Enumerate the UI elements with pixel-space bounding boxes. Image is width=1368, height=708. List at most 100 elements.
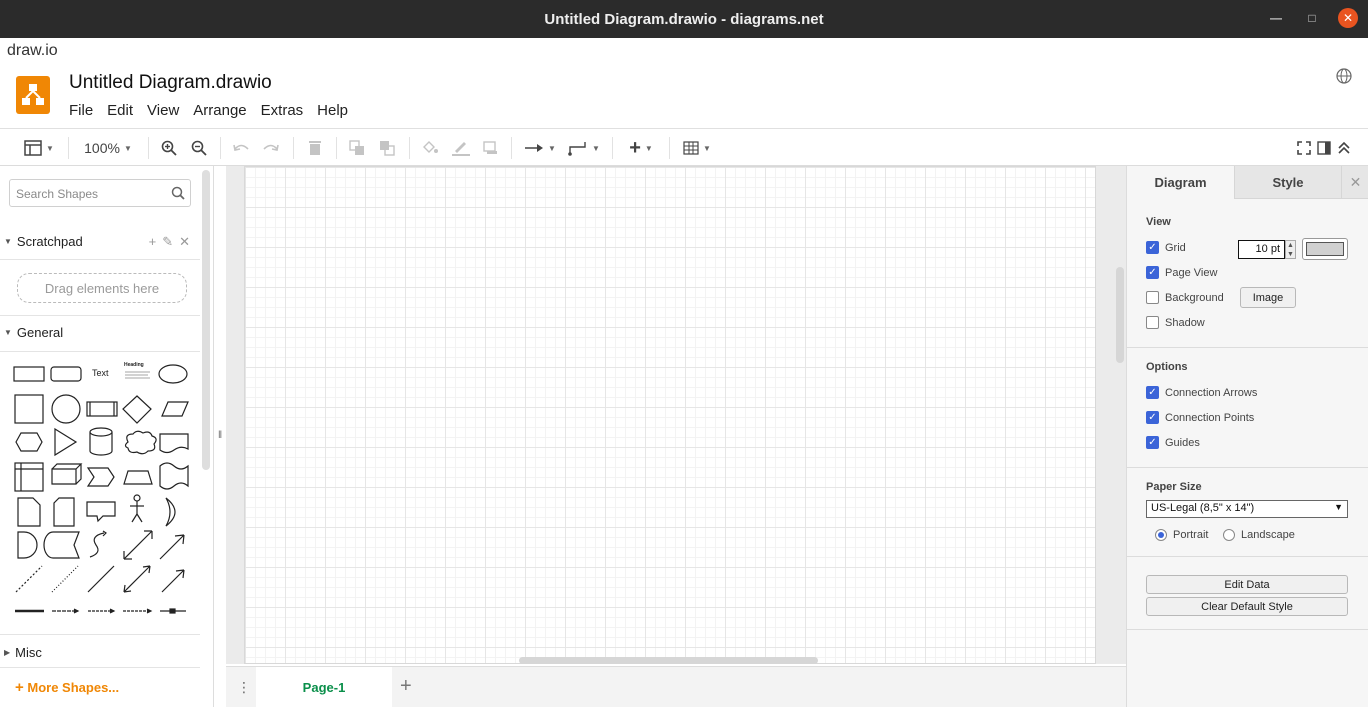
connection-style-button[interactable]: ▼ <box>523 138 557 158</box>
undo-icon[interactable] <box>232 138 250 158</box>
plus-icon[interactable]: + <box>149 234 157 250</box>
toolbar: ▼ 100% ▼ ▼ ▼ + ▼ ▼ <box>0 128 1368 166</box>
shapes-grid <box>13 364 189 614</box>
landscape-row[interactable]: Landscape <box>1223 529 1295 541</box>
landscape-radio[interactable] <box>1223 529 1235 541</box>
general-header[interactable]: ▼ General <box>0 321 200 343</box>
pages-menu-icon[interactable]: ⋮ <box>237 679 251 696</box>
shadow-icon[interactable] <box>482 138 500 158</box>
sidebar-scrollbar[interactable] <box>202 170 210 470</box>
triangle-down-icon: ▼ <box>4 327 12 337</box>
toolbar-divider <box>612 137 613 159</box>
background-checkbox[interactable] <box>1146 291 1159 304</box>
scratchpad-header[interactable]: ▼ Scratchpad + ✎ ✕ <box>0 230 200 252</box>
tab-diagram[interactable]: Diagram <box>1127 166 1234 199</box>
scratchpad-actions: + ✎ ✕ <box>149 234 190 250</box>
portrait-radio[interactable] <box>1155 529 1167 541</box>
redo-icon[interactable] <box>262 138 280 158</box>
edit-pencil-icon[interactable]: ✎ <box>162 234 173 250</box>
panel-toggle-button[interactable]: ▼ <box>20 138 58 158</box>
format-panel-icon[interactable] <box>1316 138 1332 158</box>
guides-checkbox[interactable]: ✓ <box>1146 436 1159 449</box>
more-shapes-button[interactable]: + More Shapes... <box>15 679 119 696</box>
grid-size-stepper[interactable]: ▲ ▼ <box>1285 240 1296 259</box>
diagram-canvas[interactable] <box>226 166 1126 664</box>
toolbar-divider <box>220 137 221 159</box>
fill-color-icon[interactable] <box>421 138 439 158</box>
close-panel-button[interactable]: ✕ <box>1341 166 1368 199</box>
close-icon[interactable]: ✕ <box>179 234 190 250</box>
splitter-handle-icon[interactable]: ‖ <box>218 430 222 441</box>
table-button[interactable]: ▼ <box>680 138 714 158</box>
shape-text[interactable]: Text <box>92 368 109 378</box>
divider <box>0 634 200 635</box>
app-header: Untitled Diagram.drawio File Edit View A… <box>0 62 1368 128</box>
menu-file[interactable]: File <box>69 102 93 119</box>
toolbar-divider <box>511 137 512 159</box>
zoom-dropdown[interactable]: 100% ▼ <box>80 138 136 158</box>
divider <box>1127 556 1368 557</box>
arrow-right-icon <box>525 144 544 152</box>
canvas-vertical-scrollbar[interactable] <box>1116 267 1124 363</box>
minimize-icon[interactable]: — <box>1266 8 1286 28</box>
menu-extras[interactable]: Extras <box>261 102 304 119</box>
menu-arrange[interactable]: Arrange <box>193 102 246 119</box>
shape-heading[interactable]: Heading <box>124 362 144 368</box>
menu-view[interactable]: View <box>147 102 179 119</box>
portrait-row[interactable]: Portrait <box>1155 529 1208 541</box>
connection-arrows-row[interactable]: ✓ Connection Arrows <box>1146 386 1257 399</box>
grid-size-input[interactable]: 10 pt <box>1238 240 1285 259</box>
window-titlebar: Untitled Diagram.drawio - diagrams.net —… <box>0 0 1368 38</box>
triangle-down-icon: ▼ <box>4 236 12 246</box>
zoom-in-icon[interactable] <box>160 138 178 158</box>
connection-points-checkbox[interactable]: ✓ <box>1146 411 1159 424</box>
paper-size-select[interactable]: US-Legal (8,5" x 14") ▼ <box>1146 500 1348 518</box>
canvas-horizontal-scrollbar[interactable] <box>519 657 818 664</box>
scratchpad-dropzone[interactable]: Drag elements here <box>17 273 187 303</box>
triangle-right-icon: ▶ <box>4 647 11 657</box>
insert-button[interactable]: + ▼ <box>624 137 658 159</box>
grid-color-button[interactable] <box>1302 238 1348 260</box>
page-tab-page-1[interactable]: Page-1 <box>256 667 392 708</box>
waypoints-button[interactable]: ▼ <box>567 138 601 158</box>
search-shapes-input[interactable]: Search Shapes <box>9 179 191 207</box>
tab-style[interactable]: Style <box>1234 166 1341 199</box>
document-title[interactable]: Untitled Diagram.drawio <box>69 72 272 94</box>
search-icon[interactable] <box>171 186 185 203</box>
edit-data-button[interactable]: Edit Data <box>1146 575 1348 594</box>
image-button[interactable]: Image <box>1240 287 1296 308</box>
to-back-icon[interactable] <box>378 138 396 158</box>
grid-checkbox[interactable]: ✓ <box>1146 241 1159 254</box>
connection-points-row[interactable]: ✓ Connection Points <box>1146 411 1254 424</box>
line-color-icon[interactable] <box>451 138 471 158</box>
background-row[interactable]: Background <box>1146 291 1224 304</box>
guides-label: Guides <box>1165 436 1200 449</box>
guides-row[interactable]: ✓ Guides <box>1146 436 1200 449</box>
grid-checkbox-row[interactable]: ✓ Grid <box>1146 241 1186 254</box>
page-view-row[interactable]: ✓ Page View <box>1146 266 1217 279</box>
zoom-out-icon[interactable] <box>190 138 208 158</box>
add-page-icon[interactable]: + <box>400 675 412 698</box>
paper-size-section-title: Paper Size <box>1146 481 1202 493</box>
shadow-checkbox[interactable] <box>1146 316 1159 329</box>
app-name: draw.io <box>7 42 58 59</box>
to-front-icon[interactable] <box>348 138 366 158</box>
fullscreen-icon[interactable] <box>1296 138 1312 158</box>
maximize-icon[interactable]: □ <box>1302 8 1322 28</box>
connection-arrows-checkbox[interactable]: ✓ <box>1146 386 1159 399</box>
options-section-title: Options <box>1146 361 1188 373</box>
collapse-chevron-up-icon[interactable] <box>1336 138 1352 158</box>
canvas-page-grid[interactable] <box>244 166 1096 664</box>
chevron-down-icon: ▼ <box>592 143 600 153</box>
clear-default-style-button[interactable]: Clear Default Style <box>1146 597 1348 616</box>
menu-edit[interactable]: Edit <box>107 102 133 119</box>
language-globe-icon[interactable] <box>1336 68 1352 89</box>
shapes-sidebar: Search Shapes ▼ Scratchpad + ✎ ✕ Drag el… <box>0 166 214 707</box>
shadow-row[interactable]: Shadow <box>1146 316 1205 329</box>
menu-help[interactable]: Help <box>317 102 348 119</box>
misc-header[interactable]: ▶ Misc <box>0 641 200 663</box>
close-window-icon[interactable]: ✕ <box>1338 8 1358 28</box>
delete-icon[interactable] <box>306 138 324 158</box>
drawio-logo-icon <box>16 76 50 114</box>
page-view-checkbox[interactable]: ✓ <box>1146 266 1159 279</box>
